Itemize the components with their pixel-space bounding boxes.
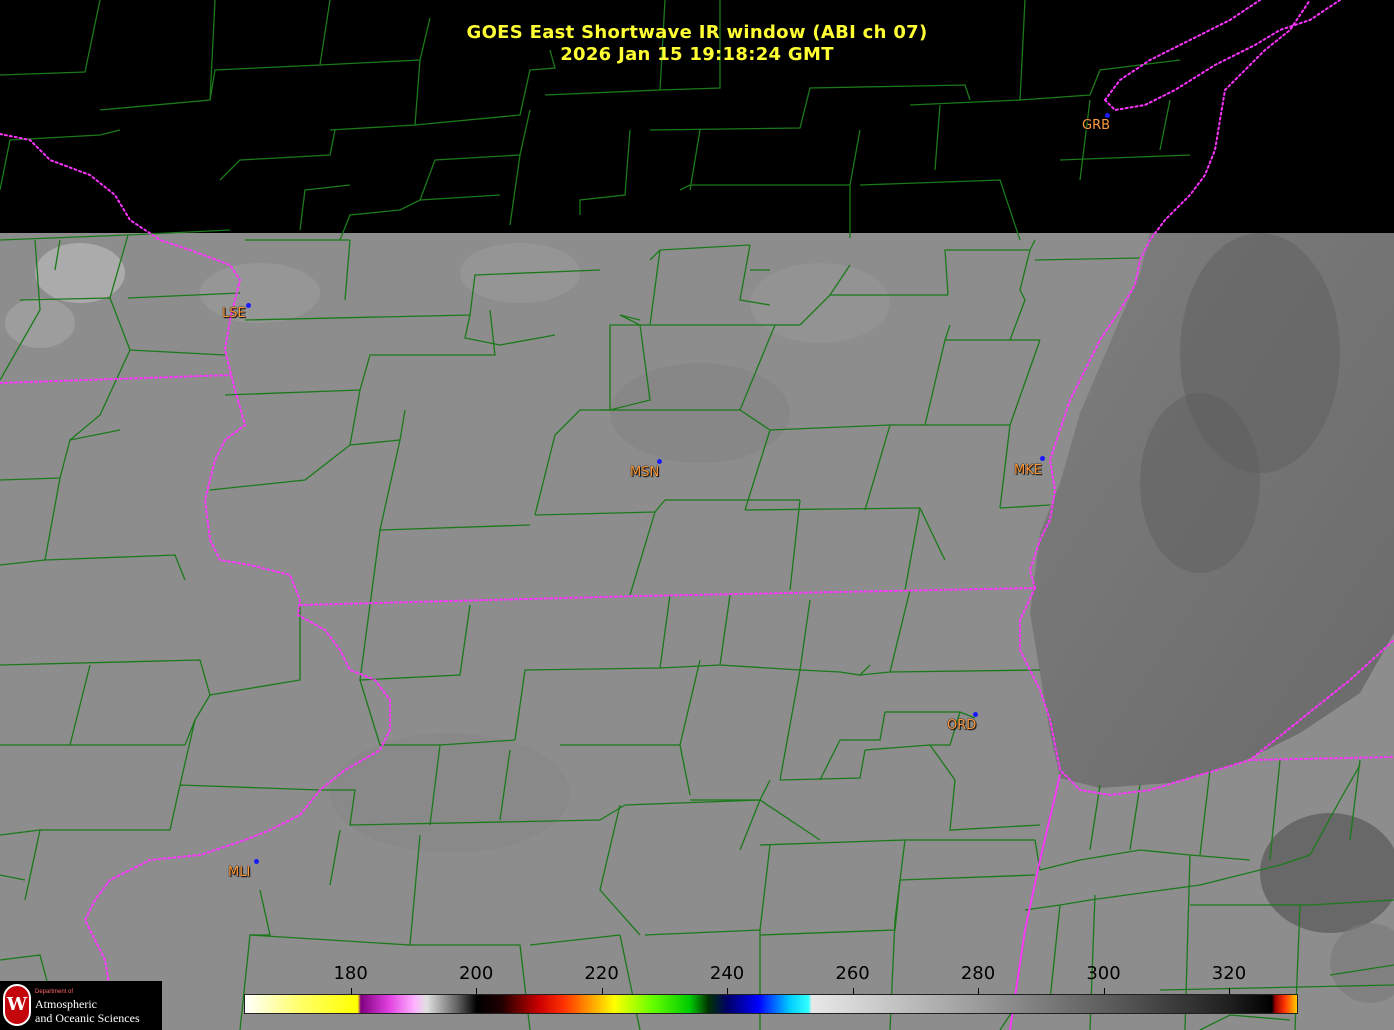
- logo-line2: and Oceanic Sciences: [35, 1011, 140, 1025]
- map-overlay: [0, 0, 1394, 1030]
- colorbar-tick-label: 320: [1211, 963, 1247, 984]
- station-marker-mli: [254, 859, 259, 864]
- logo-dept-text: Department of: [35, 989, 74, 995]
- colorbar-tick-label: 220: [584, 963, 619, 984]
- county-boundaries: [0, 0, 1394, 1030]
- colorbar-tick-label: 240: [709, 963, 745, 984]
- image-title: GOES East Shortwave IR window (ABI ch 07…: [466, 22, 928, 43]
- colorbar-tick-label: 280: [960, 963, 996, 984]
- station-marker-msn: [657, 459, 662, 464]
- colorbar-tick-mark: [852, 988, 854, 994]
- image-timestamp: 2026 Jan 15 19:18:24 GMT: [560, 44, 834, 65]
- station-marker-mke: [1040, 456, 1045, 461]
- satellite-map: GOES East Shortwave IR window (ABI ch 07…: [0, 0, 1394, 1030]
- station-label-lse: LSE: [222, 306, 246, 321]
- temperature-colorbar: [244, 994, 1298, 1014]
- colorbar-tick-mark: [978, 988, 980, 994]
- colorbar-tick-label: 200: [458, 963, 494, 984]
- colorbar-tick-mark: [1228, 988, 1230, 994]
- colorbar-tick-label: 180: [333, 963, 368, 984]
- colorbar-tick-label: 300: [1086, 963, 1121, 984]
- uw-seal-icon: W: [3, 984, 31, 1026]
- colorbar-tick-mark: [601, 988, 603, 994]
- colorbar-tick-mark: [476, 988, 478, 994]
- station-marker-ord: [973, 712, 978, 717]
- colorbar-tick-mark: [350, 988, 352, 994]
- station-label-grb: GRB: [1082, 118, 1111, 133]
- colorbar-tick-mark: [727, 988, 729, 994]
- station-label-msn: MSN: [630, 465, 660, 480]
- station-marker-lse: [246, 303, 251, 308]
- station-label-mli: MLI: [228, 865, 251, 880]
- colorbar-tick-label: 260: [835, 963, 870, 984]
- station-label-ord: ORD: [947, 718, 977, 733]
- aos-logo: W Department of Atmospheric and Oceanic …: [0, 981, 162, 1030]
- logo-line1: Atmospheric: [35, 997, 97, 1011]
- state-boundaries: [0, 0, 1394, 1030]
- station-label-mke: MKE: [1014, 463, 1042, 478]
- colorbar-tick-mark: [1103, 988, 1105, 994]
